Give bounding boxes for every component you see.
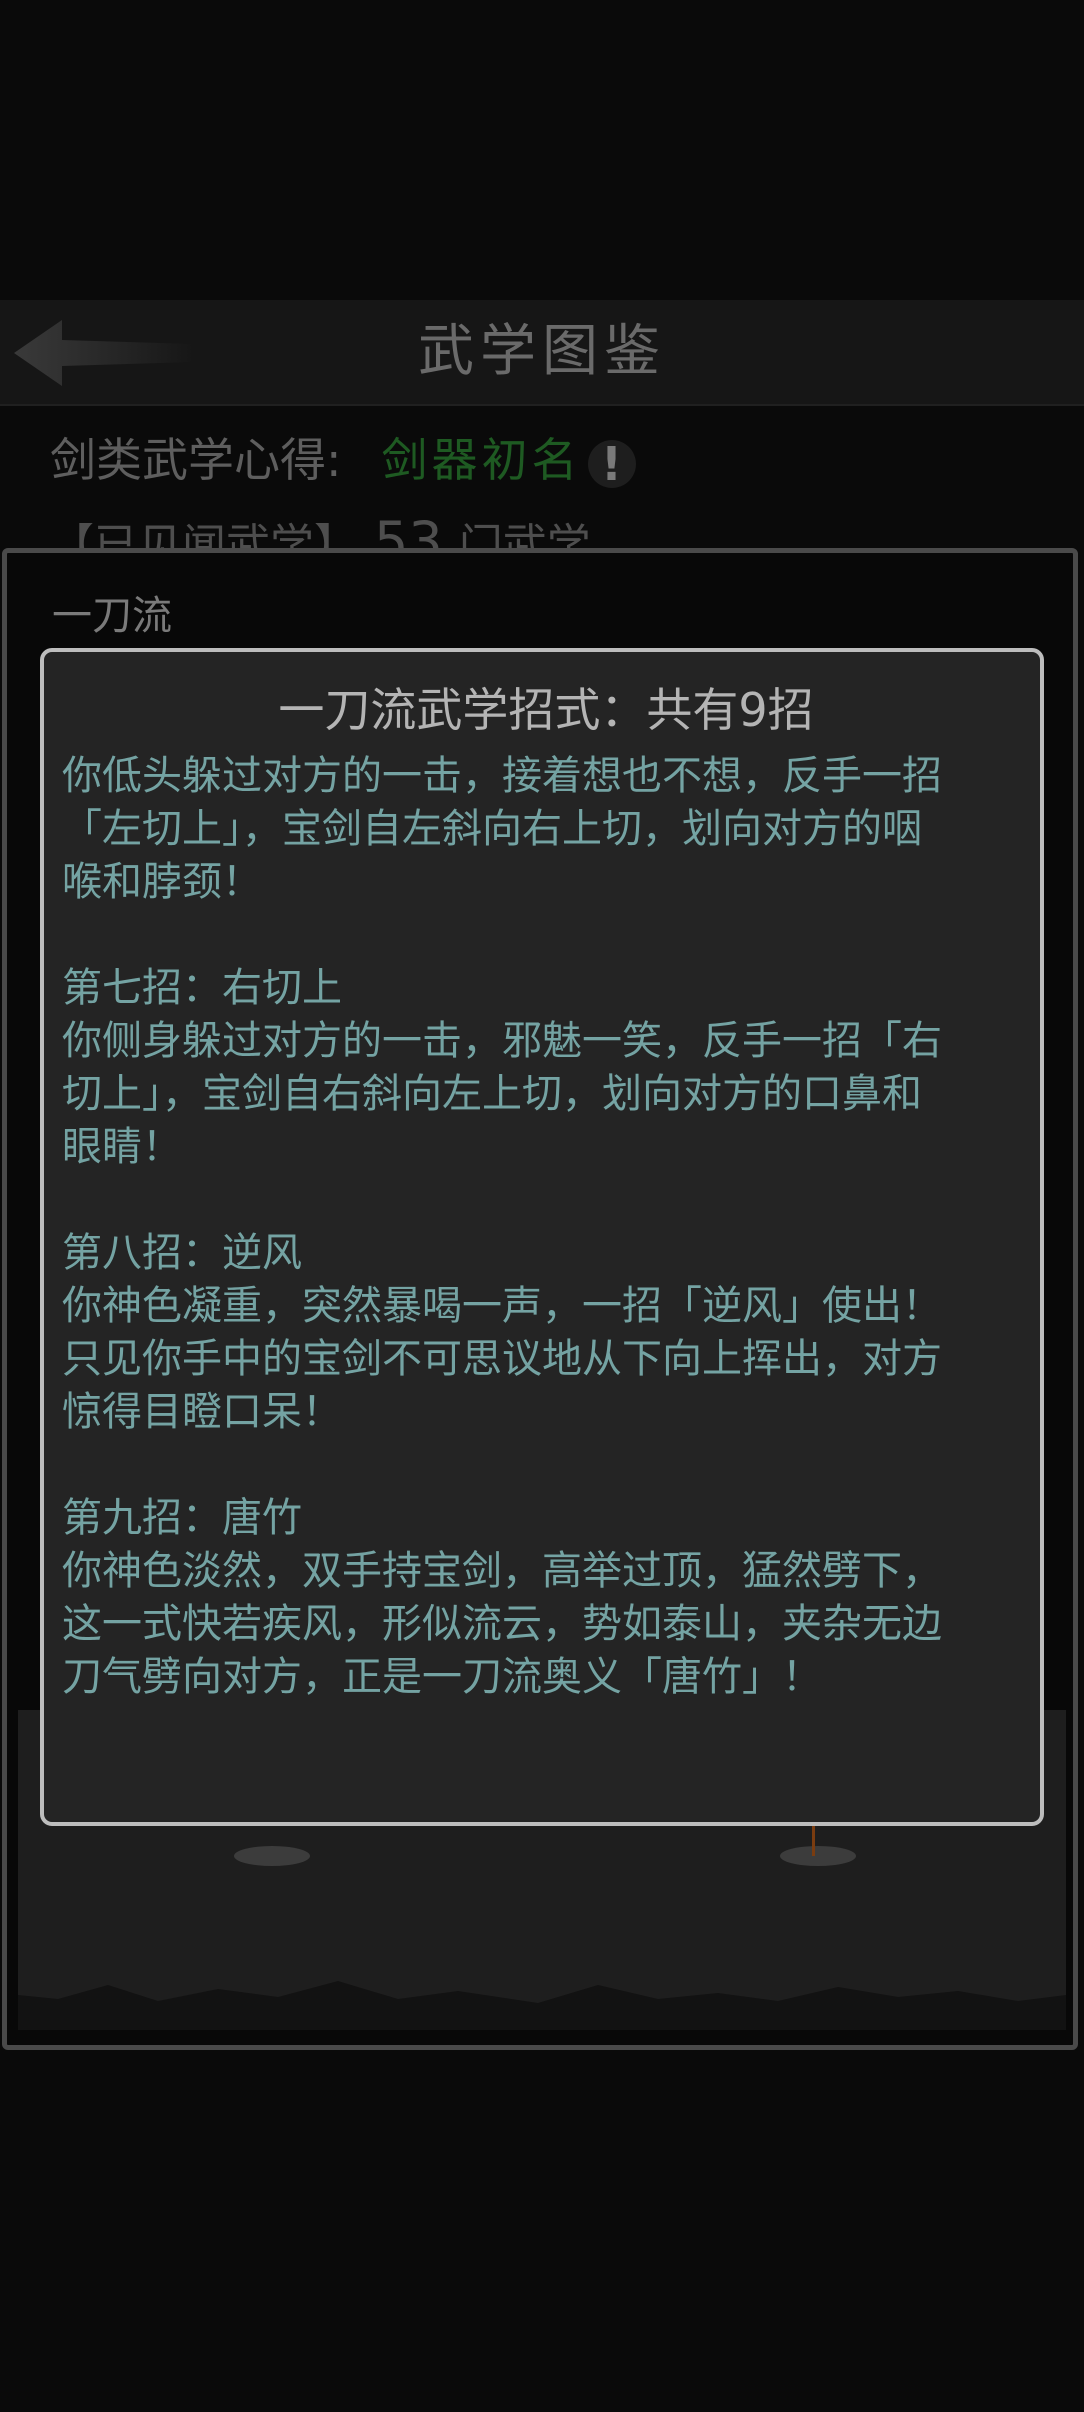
moves-spacer xyxy=(62,909,1030,962)
moves-line: 刀气劈向对方，正是一刀流奥义「唐竹」！ xyxy=(62,1654,822,1700)
mountain-silhouette xyxy=(18,1981,1066,2030)
weapon-stick xyxy=(812,1822,815,1856)
moves-line: 切上」，宝剑自右斜向左上切，划向对方的口鼻和 xyxy=(62,1071,922,1117)
moves-line: 这一式快若疾风，形似流云，势如泰山，夹杂无边 xyxy=(62,1601,942,1647)
moves-line: 你神色凝重，突然暴喝一声，一招「逆风」使出！ xyxy=(62,1283,942,1329)
skill-name: 一刀流 xyxy=(52,593,172,639)
top-bar: 武学图鉴 xyxy=(0,300,1084,406)
moves-line: 你神色淡然，双手持宝剑，高举过顶，猛然劈下， xyxy=(62,1548,942,1594)
moves-line: 你侧身躲过对方的一击，邪魅一笑，反手一招「右 xyxy=(62,1018,942,1064)
moves-spacer xyxy=(62,1174,1030,1227)
moves-dialog-title: 一刀流武学招式：共有9招 xyxy=(278,683,814,737)
insight-label: 剑类武学心得: xyxy=(50,433,342,487)
moves-dialog-body[interactable]: 你低头躲过对方的一击，接着想也不想，反手一招 「左切上」，宝剑自左斜向右上切，划… xyxy=(62,750,1030,1704)
hint-icon[interactable]: ! xyxy=(587,439,636,488)
sword-insight-row: 剑类武学心得: 剑器初名! xyxy=(50,428,636,492)
move-heading: 第九招：唐竹 xyxy=(62,1495,302,1541)
moves-line: 眼睛！ xyxy=(62,1124,182,1170)
insight-rank: 剑器初名 xyxy=(381,433,582,487)
learned-count: 53 xyxy=(374,512,443,552)
page-title: 武学图鉴 xyxy=(418,319,666,384)
moves-line: 「左切上」，宝剑自左斜向右上切，划向对方的咽 xyxy=(62,806,922,852)
moves-line: 喉和脖颈！ xyxy=(62,859,262,905)
moves-line: 只见你手中的宝剑不可思议地从下向上挥出，对方 xyxy=(62,1336,942,1382)
character-shadow-right xyxy=(780,1846,856,1866)
move-heading: 第八招：逆风 xyxy=(62,1230,302,1276)
moves-line: 你低头躲过对方的一击，接着想也不想，反手一招 xyxy=(62,753,942,799)
learned-count-row: 【已见闻武学】 53 门武学 xyxy=(50,512,591,552)
move-heading: 第七招：右切上 xyxy=(62,965,342,1011)
moves-spacer xyxy=(62,1439,1030,1492)
moves-dialog[interactable]: 一刀流武学招式：共有9招 你低头躲过对方的一击，接着想也不想，反手一招 「左切上… xyxy=(40,648,1044,1826)
character-shadow-left xyxy=(234,1846,310,1866)
moves-line: 惊得目瞪口呆！ xyxy=(62,1389,342,1435)
